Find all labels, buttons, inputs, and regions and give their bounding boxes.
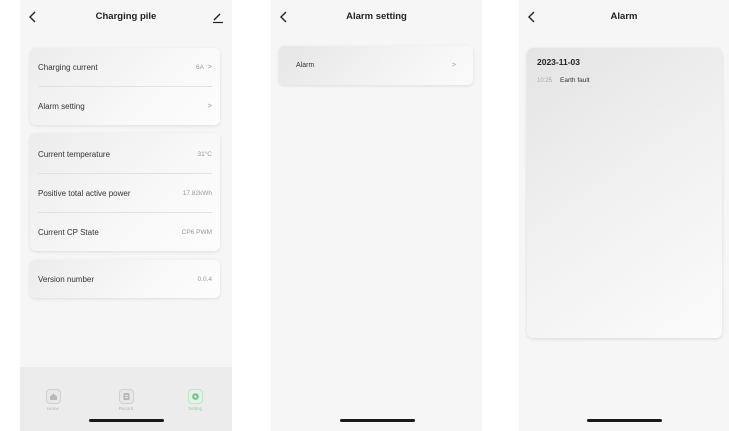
alarm-setting-screen: Alarm setting Alarm > bbox=[271, 0, 482, 431]
home-indicator bbox=[89, 419, 164, 422]
home-indicator bbox=[339, 419, 415, 422]
row-label: Current temperature bbox=[38, 149, 111, 159]
settings-group-1: Charging current 6A > Alarm setting > bbox=[30, 48, 220, 125]
tab-bar: Home Record Setting bbox=[20, 367, 232, 431]
row-value: 31°C bbox=[197, 150, 212, 158]
row-value: 6A bbox=[195, 63, 204, 71]
alarm-setting-row[interactable]: Alarm setting > bbox=[30, 87, 220, 125]
pencil-icon bbox=[213, 13, 223, 24]
row-label: Alarm setting bbox=[38, 101, 85, 111]
charging-pile-screen: Charging pile Charging current 6A > Alar… bbox=[20, 0, 232, 431]
alarm-list-card: 2023-11-03 10:25 Earth fault bbox=[527, 48, 722, 338]
charging-current-row[interactable]: Charging current 6A > bbox=[30, 48, 220, 86]
tab-record[interactable]: Record bbox=[106, 389, 146, 411]
page-title: Charging pile bbox=[95, 11, 157, 22]
list-item: 10:25 Earth fault bbox=[537, 77, 590, 84]
chevron-right-icon: > bbox=[207, 102, 212, 110]
row-value: 17.82kWh bbox=[182, 189, 212, 197]
row-value: CP6 PWM bbox=[181, 228, 212, 236]
tab-label: Record bbox=[118, 406, 134, 411]
tab-setting[interactable]: Setting bbox=[175, 389, 215, 411]
alarm-time: 10:25 bbox=[537, 77, 553, 84]
nav-bar: Alarm setting bbox=[271, 0, 482, 36]
alarm-row[interactable]: Alarm > bbox=[279, 46, 473, 85]
nav-bar: Alarm bbox=[519, 0, 729, 36]
tab-home[interactable]: Home bbox=[33, 389, 73, 411]
home-icon bbox=[45, 389, 61, 404]
edit-button[interactable] bbox=[211, 10, 225, 24]
tab-label: Setting bbox=[187, 406, 202, 411]
current-temperature-row: Current temperature 31°C bbox=[30, 135, 220, 173]
nav-bar: Charging pile bbox=[20, 0, 232, 36]
alarm-date: 2023-11-03 bbox=[537, 57, 581, 67]
row-label: Charging current bbox=[38, 62, 98, 72]
row-label: Positive total active power bbox=[38, 188, 131, 198]
page-title: Alarm setting bbox=[346, 11, 407, 22]
version-row: Version number 0.0.4 bbox=[30, 260, 220, 298]
settings-group-3: Version number 0.0.4 bbox=[30, 260, 220, 298]
record-icon bbox=[118, 389, 134, 404]
tab-label: Home bbox=[46, 406, 59, 411]
settings-icon bbox=[187, 389, 203, 404]
row-value: 0.0.4 bbox=[197, 275, 212, 283]
active-power-row: Positive total active power 17.82kWh bbox=[30, 174, 220, 212]
page-title: Alarm bbox=[610, 11, 638, 22]
row-label: Alarm bbox=[296, 62, 315, 69]
settings-group-2: Current temperature 31°C Positive total … bbox=[30, 133, 220, 251]
alarm-message: Earth fault bbox=[560, 77, 590, 84]
chevron-right-icon: > bbox=[451, 62, 456, 69]
home-indicator bbox=[587, 419, 662, 422]
cp-state-row: Current CP State CP6 PWM bbox=[30, 213, 220, 251]
chevron-right-icon: > bbox=[207, 63, 212, 71]
row-label: Version number bbox=[38, 274, 95, 284]
alarm-screen: Alarm 2023-11-03 10:25 Earth fault bbox=[519, 0, 729, 431]
row-label: Current CP State bbox=[38, 227, 99, 237]
